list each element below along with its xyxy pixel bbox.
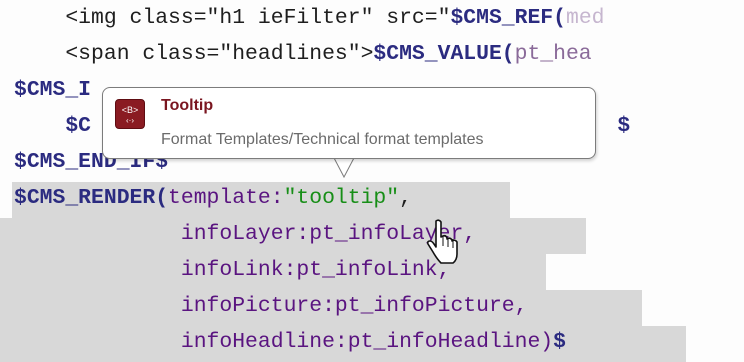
code-line[interactable]: <span class="headlines">$CMS_VALUE(pt_he… xyxy=(14,36,592,72)
code-line[interactable]: infoPicture:pt_infoPicture, xyxy=(14,288,528,324)
hand-cursor-icon xyxy=(426,219,458,264)
code-token: $CMS_VALUE( xyxy=(373,42,515,66)
svg-text:<B>: <B> xyxy=(122,105,139,115)
code-editor[interactable]: <img class="h1 ieFilter" src="$CMS_REF(m… xyxy=(0,0,744,362)
code-line[interactable]: $CMS_I xyxy=(14,72,91,108)
code-token: template: xyxy=(168,186,284,210)
code-line[interactable]: infoHeadline:pt_infoHeadline)$ xyxy=(14,324,566,360)
code-token: "tooltip" xyxy=(283,186,400,210)
code-token: $CMS_I xyxy=(14,78,92,102)
code-token: $ xyxy=(617,114,631,138)
code-token: infoHeadline:pt_infoHeadline) xyxy=(14,330,554,354)
template-icon: <B> ‹·› xyxy=(115,99,145,129)
code-token: $C xyxy=(14,114,92,138)
code-token: $ xyxy=(553,330,566,354)
code-token: pt_hea xyxy=(514,42,592,66)
code-token: $CMS_RENDER( xyxy=(14,186,169,210)
code-line[interactable]: $CMS_RENDER(template:"tooltip", xyxy=(14,180,412,216)
code-line[interactable]: <img class="h1 ieFilter" src="$CMS_REF(m… xyxy=(14,0,605,36)
code-token: <span class="headlines"> xyxy=(14,42,374,66)
code-token: <img class="h1 ieFilter" src=" xyxy=(14,6,451,30)
code-token: infoPicture:pt_infoPicture, xyxy=(14,294,528,318)
code-token: , xyxy=(399,186,412,210)
svg-text:‹·›: ‹·› xyxy=(126,116,134,125)
tooltip-title: Tooltip xyxy=(161,97,214,114)
code-token: med xyxy=(565,6,605,30)
code-line[interactable]: infoLink:pt_infoLink, xyxy=(14,252,451,288)
code-token: infoLink:pt_infoLink, xyxy=(14,258,451,282)
code-token: infoLayer:pt_infoLayer, xyxy=(14,222,477,246)
code-line[interactable]: infoLayer:pt_infoLayer, xyxy=(14,216,476,252)
tooltip-popup: <B> ‹·› Tooltip Format Templates/Technic… xyxy=(102,87,596,159)
code-token: $CMS_REF( xyxy=(450,6,566,30)
tooltip-subtitle: Format Templates/Technical format templa… xyxy=(161,131,484,148)
